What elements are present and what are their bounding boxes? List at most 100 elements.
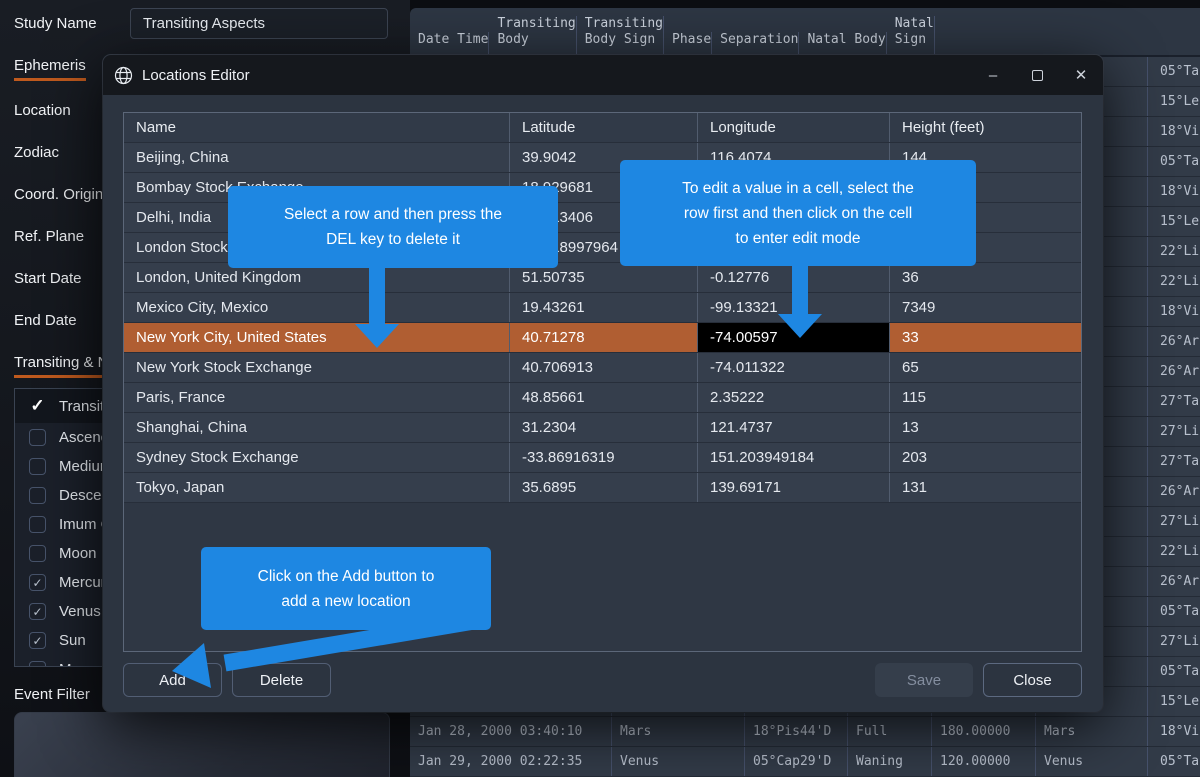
cell-name[interactable]: New York City, United States <box>124 323 510 352</box>
column-header: Phase <box>664 32 712 55</box>
cell-natal-sign: 26°Ari <box>1148 357 1200 386</box>
study-name-input[interactable] <box>130 8 388 39</box>
cell-height[interactable]: 65 <box>890 353 1081 382</box>
cell-natal-sign: 27°Lib <box>1148 627 1200 656</box>
sidebar-nav-item-label: Location <box>14 102 71 123</box>
cell-natal-sign: 27°Tau <box>1148 387 1200 416</box>
locations-table-header: Name Latitude Longitude Height (feet) <box>124 113 1081 143</box>
cell-name[interactable]: Shanghai, China <box>124 413 510 442</box>
cell-natal-sign: 26°Ari <box>1148 477 1200 506</box>
cell-transiting-body-sign: 18°Pis44'D <box>745 717 848 746</box>
cell-name[interactable]: Tokyo, Japan <box>124 473 510 502</box>
tooltip-delete-hint: Select a row and then press the DEL key … <box>228 186 558 268</box>
check-icon: ✓ <box>32 576 42 590</box>
cell-natal-sign: 15°Leo <box>1148 207 1200 236</box>
cell-name[interactable]: Sydney Stock Exchange <box>124 443 510 472</box>
cell-longitude[interactable]: 151.203949184 <box>698 443 890 472</box>
column-header-longitude: Longitude <box>698 113 890 142</box>
column-header: Natal Sign <box>887 16 935 55</box>
body-list-item-label: Sun <box>59 632 86 649</box>
cell-transiting-body-sign: 05°Cap29'D <box>745 747 848 776</box>
check-icon: ✓ <box>30 396 44 416</box>
cell-height[interactable]: 203 <box>890 443 1081 472</box>
minimize-button[interactable]: – <box>971 55 1015 95</box>
checkbox[interactable]: ✓ <box>29 458 46 475</box>
arrow-down-icon <box>355 324 399 348</box>
checkbox[interactable]: ✓ <box>29 429 46 446</box>
cell-natal-sign: 15°Leo <box>1148 687 1200 716</box>
cell-latitude[interactable]: 48.85661 <box>510 383 698 412</box>
close-window-button[interactable]: ✕ <box>1059 55 1103 95</box>
location-row[interactable]: Sydney Stock Exchange -33.86916319 151.2… <box>124 443 1081 473</box>
save-button[interactable]: Save <box>875 663 973 697</box>
cell-separation: 120.00000 <box>932 747 1036 776</box>
arrow-down-icon <box>778 314 822 338</box>
cell-natal-sign: 05°Tau <box>1148 747 1200 776</box>
sidebar-nav-item-label: Zodiac <box>14 144 59 165</box>
location-row[interactable]: Shanghai, China 31.2304 121.4737 13 <box>124 413 1081 443</box>
checkbox[interactable]: ✓ <box>29 632 46 649</box>
tooltip-edit-hint: To edit a value in a cell, select the ro… <box>620 160 976 266</box>
cell-longitude[interactable]: 139.69171 <box>698 473 890 502</box>
cell-height[interactable]: 13 <box>890 413 1081 442</box>
cell-transiting-body: Mars <box>612 717 745 746</box>
checkbox[interactable]: ✓ <box>29 574 46 591</box>
cell-latitude[interactable]: 19.43261 <box>510 293 698 322</box>
cell-natal-sign: 22°Lib <box>1148 237 1200 266</box>
location-row[interactable]: New York Stock Exchange 40.706913 -74.01… <box>124 353 1081 383</box>
column-header-latitude: Latitude <box>510 113 698 142</box>
checkbox[interactable]: ✓ <box>29 545 46 562</box>
cell-height[interactable]: 7349 <box>890 293 1081 322</box>
column-header: Separation <box>712 32 799 55</box>
arrow-down-icon <box>369 260 385 324</box>
checkbox[interactable]: ✓ <box>29 487 46 504</box>
checkbox[interactable]: ✓ <box>29 661 46 667</box>
column-header-name: Name <box>124 113 510 142</box>
table-row[interactable]: Jan 29, 2000 02:22:35 Venus 05°Cap29'D W… <box>410 747 1200 777</box>
checkbox[interactable]: ✓ <box>29 398 46 415</box>
location-row[interactable]: Tokyo, Japan 35.6895 139.69171 131 <box>124 473 1081 503</box>
checkbox[interactable]: ✓ <box>29 603 46 620</box>
cell-height[interactable]: 36 <box>890 263 1081 292</box>
location-row[interactable]: New York City, United States 40.71278 -7… <box>124 323 1081 353</box>
cell-natal-sign: 26°Ari <box>1148 327 1200 356</box>
cell-natal-sign: 05°Tau <box>1148 657 1200 686</box>
cell-natal-sign: 26°Ari <box>1148 567 1200 596</box>
table-row[interactable]: Jan 28, 2000 03:40:10 Mars 18°Pis44'D Fu… <box>410 717 1200 747</box>
cell-height[interactable]: 131 <box>890 473 1081 502</box>
event-filter-input[interactable] <box>14 712 390 777</box>
cell-latitude[interactable]: -33.86916319 <box>510 443 698 472</box>
cell-latitude[interactable]: 40.71278 <box>510 323 698 352</box>
location-row[interactable]: Mexico City, Mexico 19.43261 -99.13321 7… <box>124 293 1081 323</box>
cell-latitude[interactable]: 31.2304 <box>510 413 698 442</box>
cell-name[interactable]: Beijing, China <box>124 143 510 172</box>
cell-longitude[interactable]: 121.4737 <box>698 413 890 442</box>
cell-latitude[interactable]: 35.6895 <box>510 473 698 502</box>
cell-natal-sign: 22°Lib <box>1148 267 1200 296</box>
cell-name[interactable]: Paris, France <box>124 383 510 412</box>
cell-natal-sign: 05°Tau <box>1148 597 1200 626</box>
cell-name[interactable]: Mexico City, Mexico <box>124 293 510 322</box>
cell-natal-sign: 05°Tau <box>1148 57 1200 86</box>
sidebar-nav-item-label: Ephemeris <box>14 57 86 81</box>
dialog-titlebar: Locations Editor – ✕ <box>103 55 1103 95</box>
close-button[interactable]: Close <box>983 663 1082 697</box>
cell-name[interactable]: New York Stock Exchange <box>124 353 510 382</box>
body-list-item-label: Mars <box>59 661 92 667</box>
cell-longitude[interactable]: 2.35222 <box>698 383 890 412</box>
cell-phase: Waning <box>848 747 932 776</box>
check-icon: ✓ <box>32 634 42 648</box>
cell-longitude[interactable]: -74.011322 <box>698 353 890 382</box>
cell-height[interactable]: 115 <box>890 383 1081 412</box>
cell-natal-sign: 05°Tau <box>1148 147 1200 176</box>
cell-natal-body: Mars <box>1036 717 1148 746</box>
cell-natal-sign: 27°Tau <box>1148 447 1200 476</box>
cell-natal-sign: 18°Vir <box>1148 717 1200 746</box>
checkbox[interactable]: ✓ <box>29 516 46 533</box>
maximize-button[interactable] <box>1015 55 1059 95</box>
cell-date-time: Jan 28, 2000 03:40:10 <box>410 717 612 746</box>
cell-height[interactable]: 33 <box>890 323 1081 352</box>
cell-latitude[interactable]: 40.706913 <box>510 353 698 382</box>
column-header: Transiting Body <box>489 16 576 55</box>
location-row[interactable]: Paris, France 48.85661 2.35222 115 <box>124 383 1081 413</box>
